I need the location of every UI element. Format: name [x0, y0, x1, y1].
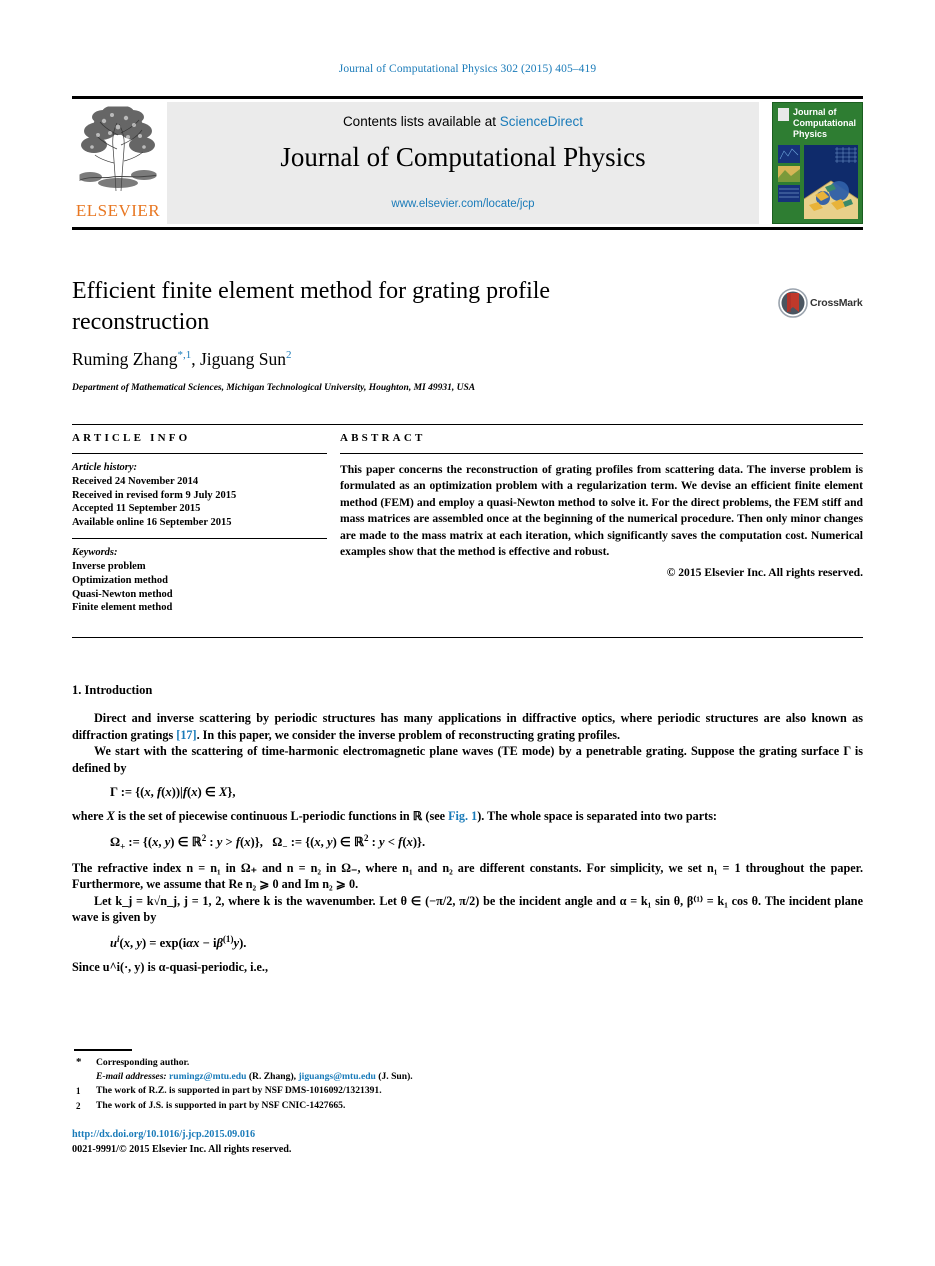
abstract-heading: ABSTRACT [340, 432, 426, 444]
abstract-divider [340, 453, 863, 454]
footnote-mark-1: 1 [76, 1086, 81, 1097]
article-info-heading: ARTICLE INFO [72, 432, 191, 444]
svg-text:Physics: Physics [793, 129, 827, 139]
abstract-column: ABSTRACT This paper concerns the reconst… [340, 432, 863, 579]
paragraph-6: Since u^i(·, y) is α-quasi-periodic, i.e… [72, 960, 269, 975]
article-info-column: ARTICLE INFO Article history: Received 2… [72, 432, 327, 615]
equation-omega-definition: Ω+ := {(x, y) ∈ ℝ2 : y > f(x)}, Ω− := {(… [110, 832, 426, 852]
paragraph-1: Direct and inverse scattering by periodi… [72, 710, 863, 743]
symbol-X: X [106, 809, 115, 824]
keywords-label: Keywords: [72, 547, 118, 558]
abstract-copyright: © 2015 Elsevier Inc. All rights reserved… [666, 566, 863, 580]
email-1-owner: (R. Zhang), [248, 1071, 297, 1083]
article-history-label: Article history: [72, 462, 138, 473]
footnote-block: * Corresponding author. E-mail addresses… [74, 1056, 774, 1113]
para3-part-d: ). The whole space is separated into two… [477, 809, 717, 824]
author-list: Ruming Zhang*,1, Jiguang Sun2 [72, 349, 772, 370]
keyword-item: Quasi-Newton method [72, 588, 173, 600]
email-link-2[interactable]: jiguangs@mtu.edu [298, 1071, 375, 1082]
keyword-item: Optimization method [72, 574, 168, 586]
author-affiliation: Department of Mathematical Sciences, Mic… [72, 383, 476, 393]
footnote-emails: E-mail addresses: rumingz@mtu.edu (R. Zh… [74, 1070, 774, 1084]
para1-part-b: . In this paper, we consider the inverse… [196, 727, 621, 742]
info-top-rule [72, 424, 863, 425]
email-link-1[interactable]: rumingz@mtu.edu [169, 1071, 246, 1082]
footnote-mark-star: * [76, 1056, 82, 1068]
footnote-2: 2 The work of J.S. is supported in part … [74, 1099, 774, 1113]
history-received: Received 24 November 2014 [72, 476, 199, 487]
section-heading-introduction: 1. Introduction [72, 683, 153, 697]
paragraph-4: The refractive index n = n₁ in Ω₊ and n … [72, 860, 863, 892]
abstract-text: This paper concerns the reconstruction o… [340, 463, 863, 559]
keyword-item: Inverse problem [72, 561, 146, 572]
doi-link[interactable]: http://dx.doi.org/10.1016/j.jcp.2015.09.… [72, 1128, 772, 1143]
journal-cover-thumbnail: Journal of Computational Physics [772, 102, 863, 224]
sciencedirect-link[interactable]: ScienceDirect [500, 114, 583, 129]
elsevier-logo: ELSEVIER [74, 103, 162, 223]
masthead-top-rule [72, 96, 863, 99]
paper-page: Journal of Computational Physics 302 (20… [0, 0, 935, 1266]
history-revised: Received in revised form 9 July 2015 [72, 489, 237, 501]
issn-copyright-line: 0021-9991/© 2015 Elsevier Inc. All right… [72, 1143, 292, 1155]
footnote-rule [74, 1049, 132, 1051]
contents-available-line: Contents lists available at ScienceDirec… [167, 114, 759, 129]
crossmark-label: CrossMark [810, 297, 863, 309]
equation-gamma-definition: Γ := {(x, f(x))|f(x) ∈ X}, [110, 785, 236, 800]
footnote-1-text: The work of R.Z. is supported in part by… [96, 1085, 382, 1097]
footnote-2-text: The work of J.S. is supported in part by… [96, 1099, 346, 1111]
keywords-divider [72, 538, 327, 539]
email-2-owner: (J. Sun). [378, 1071, 413, 1083]
crossmark-icon [778, 288, 808, 318]
citation-ref-17[interactable]: [17] [176, 728, 196, 742]
author-1-marks[interactable]: *,1 [177, 349, 191, 361]
history-online: Available online 16 September 2015 [72, 516, 232, 528]
history-accepted: Accepted 11 September 2015 [72, 503, 201, 514]
journal-masthead: ELSEVIER Contents lists available at Sci… [72, 96, 863, 230]
para3-part-a: where [72, 809, 107, 824]
journal-url-link[interactable]: www.elsevier.com/locate/jcp [167, 198, 759, 210]
contents-prefix: Contents lists available at [342, 114, 500, 129]
contents-band: Contents lists available at ScienceDirec… [167, 102, 759, 224]
svg-text:Computational: Computational [793, 118, 856, 128]
article-info-divider [72, 453, 327, 454]
cover-artwork: Journal of Computational Physics [773, 103, 862, 223]
page-footer: http://dx.doi.org/10.1016/j.jcp.2015.09.… [72, 1128, 772, 1157]
figure-ref-1[interactable]: Fig. 1 [448, 809, 477, 823]
paragraph-2: We start with the scattering of time-har… [72, 744, 863, 775]
para3-part-c: (see [422, 809, 449, 824]
info-bottom-rule [72, 637, 863, 638]
footnote-mark-2: 2 [76, 1100, 81, 1111]
footnote-corresponding-author: * Corresponding author. [74, 1056, 774, 1070]
elsevier-tree-icon [76, 103, 160, 199]
footnote-1: 1 The work of R.Z. is supported in part … [74, 1084, 774, 1098]
crossmark-badge[interactable]: CrossMark [778, 288, 866, 320]
elsevier-wordmark: ELSEVIER [75, 201, 161, 220]
keyword-item: Finite element method [72, 602, 173, 614]
equation-incident-plane-wave: ui(x, y) = exp(iαx − iβ(1)y). [110, 934, 247, 951]
journal-title: Journal of Computational Physics [280, 142, 646, 172]
paragraph-5: Let k_j = k√n_j, j = 1, 2, where k is th… [72, 893, 863, 925]
svg-text:Journal of: Journal of [793, 107, 838, 117]
masthead-bottom-rule [72, 227, 863, 230]
para3-part-b: is the set of piecewise continuous L-per… [114, 809, 413, 824]
author-name-2: , Jiguang Sun [191, 349, 287, 369]
article-body: 1. Introduction Direct and inverse scatt… [72, 683, 863, 976]
author-name-1: Ruming Zhang [72, 349, 178, 369]
running-head: Journal of Computational Physics 302 (20… [338, 63, 597, 75]
author-2-mark[interactable]: 2 [286, 349, 292, 361]
footnote-corresponding-text: Corresponding author. [96, 1057, 190, 1068]
paragraph-3: where X is the set of piecewise continuo… [72, 809, 717, 824]
email-addresses-label: E-mail addresses: [96, 1071, 167, 1083]
page-title: Efficient finite element method for grat… [72, 278, 551, 335]
